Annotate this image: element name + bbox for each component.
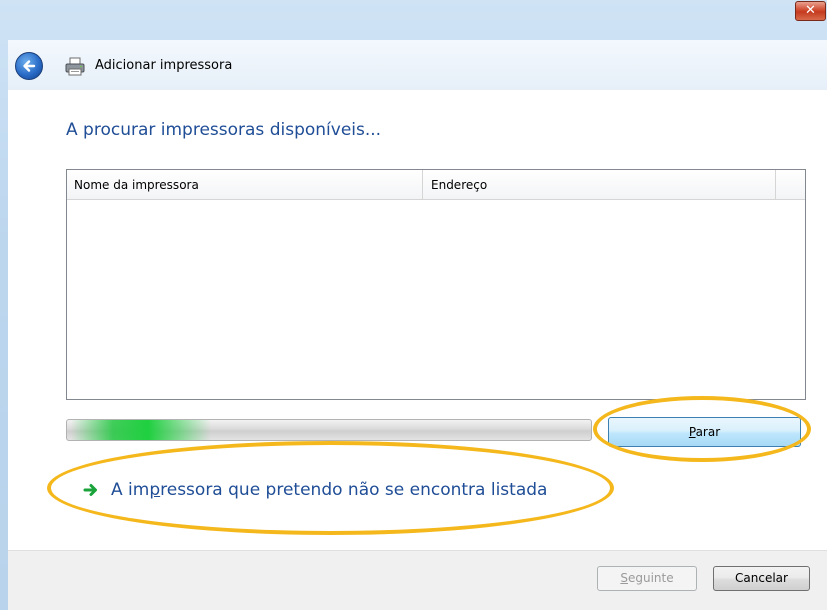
printer-not-listed-text: A impressora que pretendo não se encontr… bbox=[111, 478, 547, 502]
printer-list[interactable]: Nome da impressora Endereço bbox=[66, 169, 806, 400]
column-header-filler bbox=[776, 170, 805, 199]
title-bar[interactable]: ✕ bbox=[0, 0, 827, 40]
link-text-start: A im bbox=[111, 480, 150, 500]
column-header-address[interactable]: Endereço bbox=[423, 170, 776, 199]
stop-button-accel: P bbox=[688, 425, 696, 439]
next-button-accel: S bbox=[620, 571, 628, 585]
stop-button-label: arar bbox=[695, 425, 721, 439]
back-arrow-icon bbox=[23, 60, 36, 72]
back-button[interactable] bbox=[15, 52, 43, 80]
next-button-label: eguinte bbox=[627, 571, 674, 585]
page-heading: A procurar impressoras disponíveis... bbox=[66, 120, 382, 140]
footer-bar bbox=[8, 550, 827, 610]
green-arrow-icon bbox=[83, 484, 97, 496]
list-header: Nome da impressora Endereço bbox=[67, 170, 805, 200]
search-progress-bar bbox=[66, 419, 592, 441]
stop-button[interactable]: Parar bbox=[608, 417, 801, 447]
next-button[interactable]: Seguinte bbox=[597, 566, 697, 591]
link-text-accel: p bbox=[149, 480, 161, 500]
window-title: Adicionar impressora bbox=[95, 58, 233, 73]
link-text-end: ressora que pretendo não se encontra lis… bbox=[160, 480, 548, 500]
progress-indicator bbox=[71, 420, 211, 440]
column-header-printer-name[interactable]: Nome da impressora bbox=[67, 170, 423, 199]
close-button[interactable]: ✕ bbox=[795, 1, 826, 21]
cancel-button[interactable]: Cancelar bbox=[713, 566, 810, 591]
close-icon: ✕ bbox=[805, 3, 816, 18]
printer-icon bbox=[65, 57, 85, 76]
